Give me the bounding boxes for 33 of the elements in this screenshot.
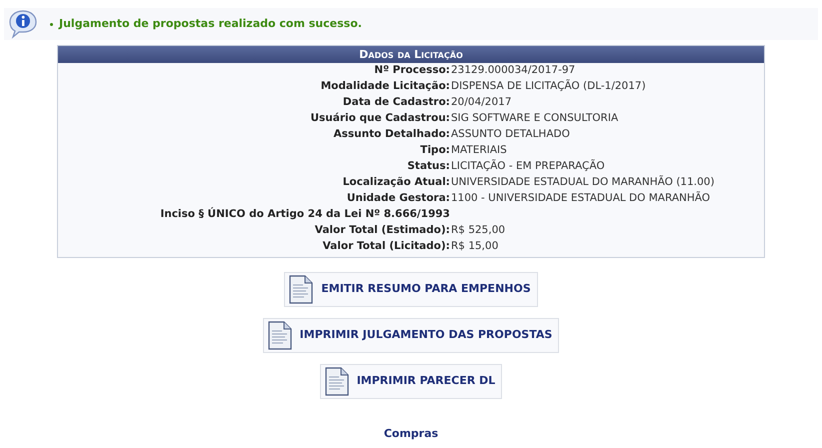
field-value: 23129.000034/2017-97 <box>450 63 576 78</box>
field-label: Valor Total (Licitado): <box>322 240 450 252</box>
document-icon <box>324 367 349 396</box>
field-value: 1100 - UNIVERSIDADE ESTADUAL DO MARANHÃO <box>450 191 710 206</box>
field-label: Modalidade Licitação: <box>320 80 450 92</box>
field-label: Usuário que Cadastrou: <box>310 112 450 124</box>
field-label: Tipo: <box>420 144 450 156</box>
bullet-icon <box>50 22 53 26</box>
field-value: UNIVERSIDADE ESTADUAL DO MARANHÃO (11.00) <box>450 175 714 190</box>
field-label: Unidade Gestora: <box>346 192 450 204</box>
field-label: Nº Processo: <box>374 64 450 76</box>
action-button[interactable]: IMPRIMIR PARECER DL <box>320 364 502 399</box>
legal-note: Inciso § ÚNICO do Artigo 24 da Lei Nº 8.666/1993 <box>160 208 450 220</box>
field-value: ASSUNTO DETALHADO <box>450 127 570 142</box>
field-label: Valor Total (Estimado): <box>314 224 450 236</box>
field-value: LICITAÇÃO - EM PREPARAÇÃO <box>450 159 605 174</box>
field-value: 20/04/2017 <box>450 95 512 110</box>
field-label: Status: <box>407 160 450 172</box>
document-icon <box>289 275 314 304</box>
field-label: Data de Cadastro: <box>342 96 450 108</box>
field-label: Localização Atual: <box>342 176 450 188</box>
field-label: Assunto Detalhado: <box>334 128 450 140</box>
field-value: SIG SOFTWARE E CONSULTORIA <box>450 111 618 126</box>
compras-link[interactable]: Compras <box>384 426 438 442</box>
field-value: R$ 15,00 <box>450 239 498 254</box>
action-button[interactable]: IMPRIMIR JULGAMENTO DAS PROPOSTAS <box>262 318 560 353</box>
action-button[interactable]: EMITIR RESUMO PARA EMPENHOS <box>284 272 538 307</box>
field-value: R$ 525,00 <box>450 223 506 238</box>
success-message: Julgamento de propostas realizado com sucesso. <box>59 16 362 32</box>
field-value: MATERIAIS <box>450 143 507 158</box>
section-header: Dados da Licitação <box>58 46 764 63</box>
field-value: DISPENSA DE LICITAÇÃO (DL-1/2017) <box>450 79 646 94</box>
document-icon <box>268 321 292 350</box>
